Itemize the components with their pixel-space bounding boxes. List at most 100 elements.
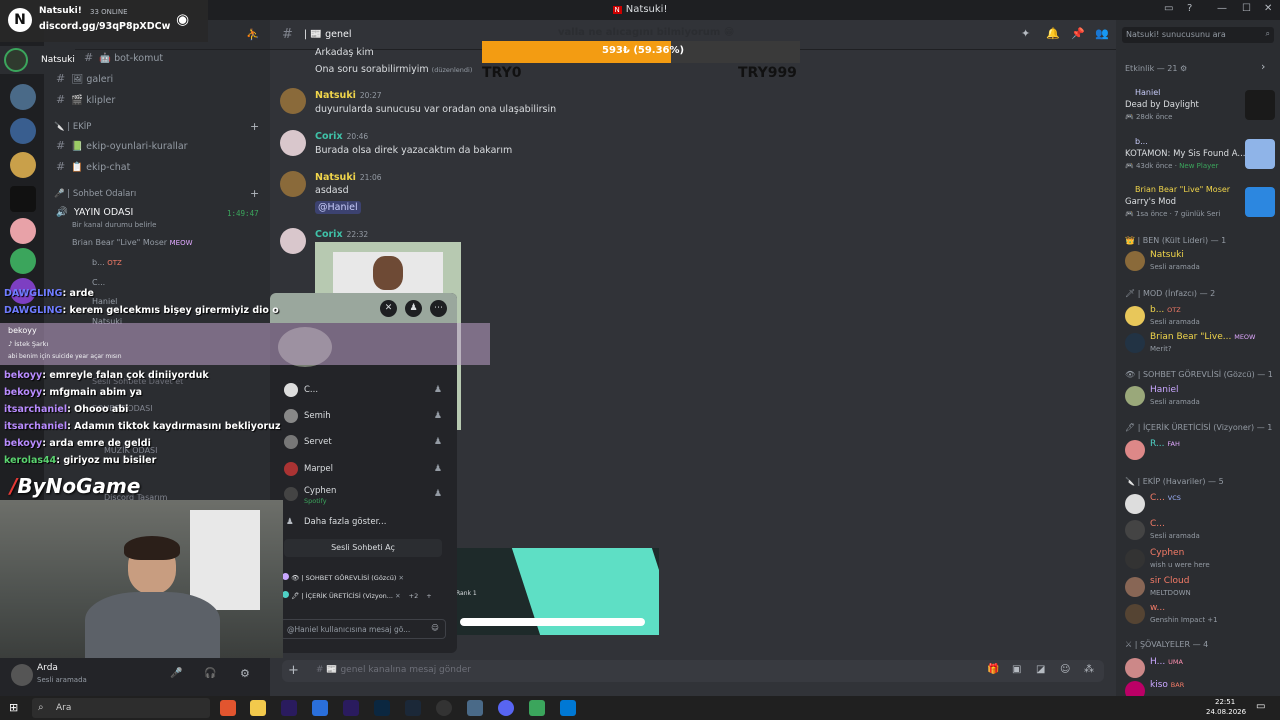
channel-klipler[interactable]: # 🎬 klipler bbox=[56, 93, 115, 106]
microphone-icon[interactable]: 🎤 bbox=[170, 668, 182, 679]
server-icon[interactable] bbox=[10, 118, 36, 144]
add-friend-icon[interactable]: ♟ bbox=[405, 300, 422, 317]
server-icon[interactable] bbox=[10, 248, 36, 274]
avatar[interactable] bbox=[280, 228, 306, 254]
minimize-button[interactable]: — bbox=[1217, 3, 1227, 14]
headphones-icon[interactable]: 🎧 bbox=[204, 668, 216, 679]
add-user-icon[interactable]: ⛹ bbox=[246, 28, 260, 41]
bell-icon[interactable]: 🔔 bbox=[1046, 27, 1060, 40]
app-icon[interactable] bbox=[312, 700, 328, 716]
add-role-icon[interactable]: + bbox=[426, 592, 431, 600]
premiere-icon[interactable] bbox=[281, 700, 297, 716]
search-input[interactable]: Natsuki! sunucusunu ara ⌕ bbox=[1122, 27, 1274, 43]
avatar[interactable] bbox=[280, 130, 306, 156]
chevron-right-icon[interactable]: › bbox=[1261, 60, 1265, 73]
member-item[interactable]: b... OTZ Sesli aramada bbox=[1125, 304, 1277, 330]
popup-member[interactable]: Semih ♟ bbox=[284, 406, 442, 426]
category-sohbet[interactable]: 🎤 | Sohbet Odaları bbox=[54, 189, 136, 199]
popup-member[interactable]: Servet ♟ bbox=[284, 432, 442, 452]
members-icon[interactable]: 👥 bbox=[1095, 27, 1109, 40]
username[interactable]: Natsuki bbox=[315, 90, 356, 101]
member-item[interactable]: Haniel Sesli aramada bbox=[1125, 384, 1277, 410]
close-button[interactable]: ✕ bbox=[1264, 3, 1272, 14]
activity-item[interactable]: b... KOTAMON: My Sis Found A... 🎮 43dk ö… bbox=[1125, 137, 1275, 181]
member-item[interactable]: C... Sesli aramada bbox=[1125, 518, 1277, 544]
emoji-icon[interactable]: ☺ bbox=[1060, 664, 1070, 675]
avatar[interactable] bbox=[11, 664, 33, 686]
avatar[interactable] bbox=[280, 171, 306, 197]
steam-icon[interactable] bbox=[405, 700, 421, 716]
category-ekip[interactable]: 🔪 | EKİP bbox=[54, 122, 91, 132]
add-attachment-icon[interactable]: + bbox=[288, 663, 299, 678]
user-icon[interactable]: ♟ bbox=[434, 464, 442, 474]
rank-card[interactable]: Rank 1 bbox=[456, 548, 659, 635]
popup-member[interactable]: Cyphen Spotify ♟ bbox=[284, 484, 442, 508]
emoji-icon[interactable]: ☺ bbox=[431, 623, 439, 632]
activity-item[interactable]: Haniel Dead by Daylight 🎮 28dk önce bbox=[1125, 88, 1275, 132]
member-item[interactable]: Brian Bear "Live... MEOW Merit? bbox=[1125, 331, 1277, 357]
user-icon[interactable]: ♟ bbox=[434, 385, 442, 395]
channel-ekip-oyunlari-kurallar[interactable]: # 📗 ekip-oyunlari-kurallar bbox=[56, 139, 188, 152]
server-icon[interactable] bbox=[10, 84, 36, 110]
voice-status[interactable]: Bir kanal durumu belirle bbox=[72, 221, 156, 229]
voice-user[interactable]: Brian Bear "Live" Moser MEOW bbox=[72, 238, 193, 247]
add-channel-icon[interactable]: + bbox=[250, 120, 259, 133]
role-chip[interactable]: 👁 | SOHBET GÖREVLİSİ (Gözcü) ✕ bbox=[282, 573, 404, 582]
notification-icon[interactable]: ▭ bbox=[1256, 701, 1265, 712]
server-icon[interactable] bbox=[10, 218, 36, 244]
windows-start-icon[interactable]: ⊞ bbox=[9, 701, 18, 714]
discord-icon[interactable] bbox=[498, 700, 514, 716]
user-icon[interactable]: ♟ bbox=[434, 489, 442, 499]
brave-icon[interactable] bbox=[220, 700, 236, 716]
remove-role-icon[interactable]: ✕ bbox=[399, 574, 404, 582]
more-icon[interactable]: ⋯ bbox=[430, 300, 447, 317]
user-icon[interactable]: ♟ bbox=[434, 437, 442, 447]
voice-user[interactable]: C... bbox=[92, 278, 105, 287]
file-explorer-icon[interactable] bbox=[250, 700, 266, 716]
dm-input[interactable]: @Haniel kullanıcısına mesaj gö... ☺ bbox=[280, 619, 446, 639]
close-icon[interactable]: ✕ bbox=[380, 300, 397, 317]
username[interactable]: Natsuki bbox=[315, 172, 356, 183]
voice-user[interactable]: b... OTZ bbox=[92, 258, 122, 267]
gear-icon[interactable]: ⚙ bbox=[240, 667, 250, 680]
user-icon[interactable]: ♟ bbox=[434, 411, 442, 421]
apps-icon[interactable]: ⁂ bbox=[1084, 664, 1094, 675]
gift-icon[interactable]: 🎁 bbox=[987, 664, 999, 675]
channel-ekip-chat[interactable]: # 📋 ekip-chat bbox=[56, 160, 130, 173]
popup-member[interactable]: Marpel ♟ bbox=[284, 459, 442, 479]
member-item[interactable]: sir Cloud MELTDOWN bbox=[1125, 575, 1277, 601]
vscode-icon[interactable] bbox=[560, 700, 576, 716]
username[interactable]: Corix bbox=[315, 229, 343, 240]
photoshop-icon[interactable] bbox=[374, 700, 390, 716]
app-icon[interactable] bbox=[529, 700, 545, 716]
popup-member[interactable]: C... ♟ bbox=[284, 380, 442, 400]
server-icon[interactable] bbox=[10, 186, 36, 212]
avatar[interactable] bbox=[280, 88, 306, 114]
voice-channel-yayin[interactable]: 🔊 YAYIN ODASI bbox=[56, 207, 133, 218]
more-roles-count[interactable]: +2 bbox=[409, 592, 419, 600]
add-channel-icon[interactable]: + bbox=[250, 187, 259, 200]
member-item[interactable]: R... FAH bbox=[1125, 438, 1277, 464]
maximize-button[interactable]: ☐ bbox=[1242, 3, 1251, 14]
role-chip[interactable]: 🖊 | İÇERİK ÜRETİCİSİ (Vizyon... ✕ +2 + bbox=[282, 591, 432, 600]
activity-item[interactable]: Brian Bear "Live" Moser Garry's Mod 🎮 1s… bbox=[1125, 185, 1275, 229]
show-more-button[interactable]: ♟ Daha fazla göster... bbox=[284, 512, 442, 532]
member-item[interactable]: Natsuki Sesli aramada bbox=[1125, 249, 1277, 275]
gear-icon[interactable]: ⚙ bbox=[1180, 64, 1187, 73]
message-composer[interactable]: + # 📰 genel kanalına mesaj gönder 🎁 ▣ ◪ … bbox=[282, 660, 1104, 682]
pin-icon[interactable]: 📌 bbox=[1071, 27, 1085, 40]
sticker-icon[interactable]: ◪ bbox=[1036, 664, 1045, 675]
channel-bot-komut[interactable]: # 🤖 bot-komut bbox=[84, 51, 163, 64]
member-item[interactable]: Cyphen wish u were here bbox=[1125, 547, 1277, 573]
member-item[interactable]: C... VCS bbox=[1125, 492, 1277, 518]
obs-icon[interactable] bbox=[436, 700, 452, 716]
member-item[interactable]: w... Genshin Impact +1 bbox=[1125, 602, 1277, 628]
remove-role-icon[interactable]: ✕ bbox=[395, 592, 400, 600]
gif-icon[interactable]: ▣ bbox=[1012, 664, 1021, 675]
app-icon[interactable] bbox=[467, 700, 483, 716]
username[interactable]: Corix bbox=[315, 131, 343, 142]
open-voice-button[interactable]: Sesli Sohbeti Aç bbox=[284, 539, 442, 557]
threads-icon[interactable]: ✦ bbox=[1021, 27, 1030, 40]
user-mention[interactable]: @Haniel bbox=[315, 201, 361, 214]
member-item[interactable]: kiso BAR bbox=[1125, 679, 1277, 696]
